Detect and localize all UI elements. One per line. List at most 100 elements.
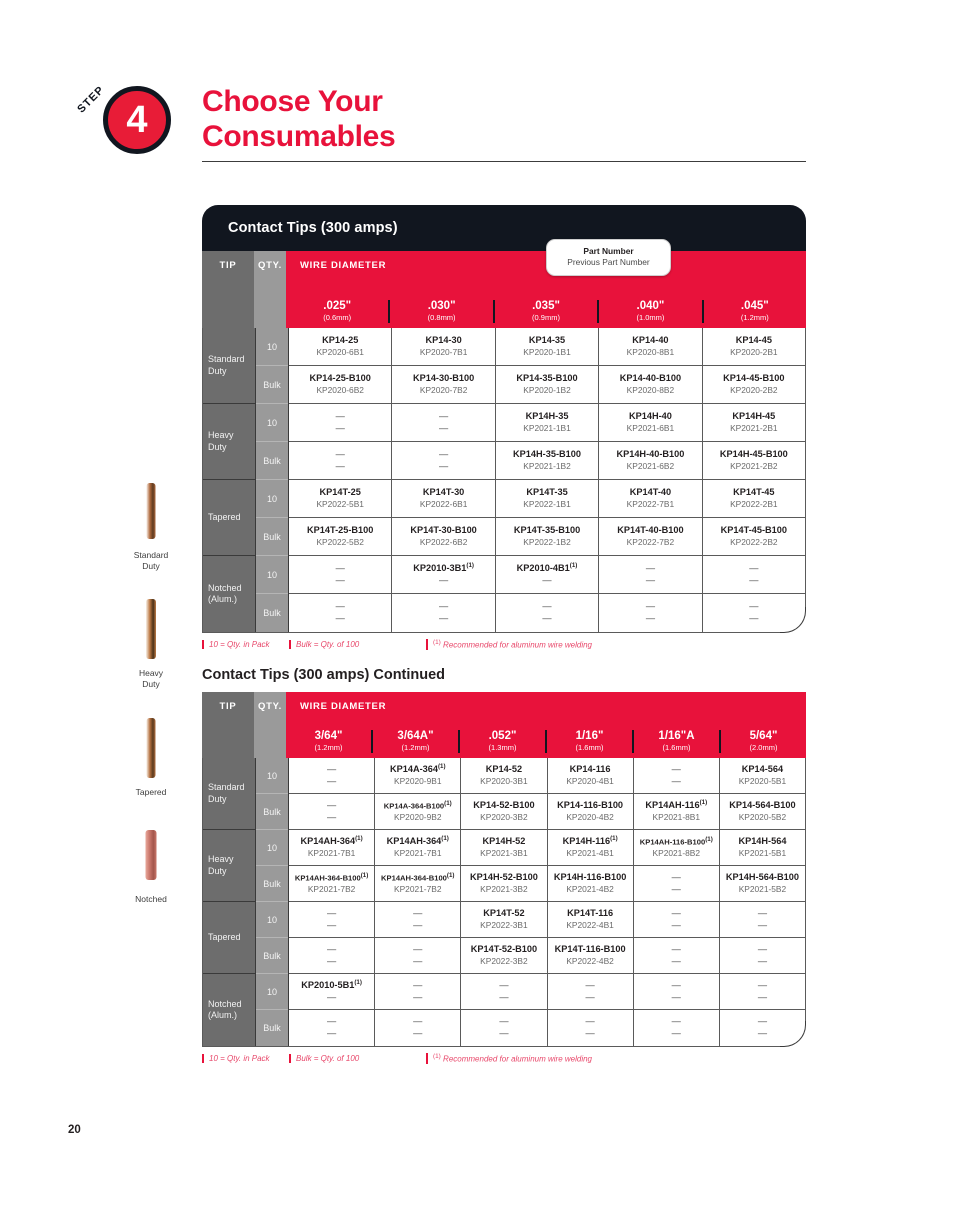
tip-photo-gallery: Standard Duty Heavy Duty Tapered Notched [108, 475, 194, 927]
tip-type-label: Heavy Duty [203, 404, 255, 480]
table-cell: KP14T-25 KP2022-5B1 [289, 480, 392, 517]
legend-pack-table2: 10 = Qty. in Pack [202, 1053, 289, 1063]
previous-part-number: KP2020-6B1 [316, 346, 364, 357]
previous-part-number: KP2022-3B2 [480, 955, 528, 966]
previous-part-number: KP2020-3B1 [480, 775, 528, 786]
previous-part-number: KP2022-4B1 [566, 919, 614, 930]
previous-part-number: — [413, 919, 423, 930]
part-number: — [585, 979, 595, 990]
tip-gallery-item: Notched [108, 819, 194, 905]
wire-diameter-column-header: 3/64A" (1.2mm) [371, 730, 458, 753]
table-cell: KP14-30 KP2020-7B1 [391, 328, 495, 365]
table-cell: — — [632, 1010, 719, 1046]
table-row: KP14-25 KP2020-6B1 KP14-30 KP2020-7B1 KP14-3… [289, 328, 806, 366]
table1-legend: 10 = Qty. in Pack Bulk = Qty. of 100 (1)… [202, 639, 806, 650]
previous-part-number: — [499, 991, 509, 1002]
tip-type-label: Standard Duty [203, 758, 255, 830]
table-cell: KP14A-364-B100(1) KP2020-9B2 [374, 794, 461, 829]
part-number: — [749, 562, 759, 573]
part-number: KP14H-45-B100 [719, 448, 788, 459]
tip-type-text: Tapered [208, 931, 241, 942]
qty-label: 10 [256, 556, 288, 594]
table-cell: — — [718, 938, 806, 973]
previous-part-number: — [335, 574, 345, 585]
previous-part-number: KP2021-4B1 [566, 848, 614, 859]
qty-label: 10 [256, 480, 288, 518]
qty-label: 10 [256, 902, 288, 938]
previous-part-number: KP2021-6B2 [626, 460, 675, 471]
table-cell: KP14T-116-B100 KP2022-4B2 [546, 938, 633, 973]
part-number: — [413, 907, 423, 918]
wire-diameter-metric: (1.2mm) [314, 743, 343, 753]
previous-part-number: KP2020-6B2 [316, 384, 364, 395]
table-cell: KP14H-52 KP2021-3B1 [460, 830, 547, 865]
part-number: — [671, 979, 681, 990]
previous-part-number: KP2020-7B2 [419, 384, 468, 395]
part-number: — [326, 943, 337, 954]
previous-part-number: — [671, 1028, 681, 1038]
previous-part-number: KP2022-7B1 [626, 498, 675, 509]
part-number: KP14T-52 [483, 907, 525, 918]
qty-label: Bulk [256, 794, 288, 830]
table-cell: KP14AH-116-B100(1) KP2021-8B2 [632, 830, 719, 865]
part-number: — [671, 763, 681, 774]
table-cell: KP14T-52-B100 KP2022-3B2 [460, 938, 547, 973]
table-cell: KP14T-52 KP2022-3B1 [460, 902, 547, 937]
footnote-marker: (1) [446, 872, 455, 880]
table-row: KP14T-25 KP2022-5B1 KP14T-30 KP2022-6B1 KP14… [289, 480, 806, 518]
wire-diameter-size: .025" [323, 300, 352, 313]
part-number: KP14H-116-B100 [553, 871, 627, 882]
part-number: — [645, 562, 656, 573]
part-number: — [645, 601, 656, 612]
tip-gallery-item: Heavy Duty [108, 593, 194, 689]
table2-legend: 10 = Qty. in Pack Bulk = Qty. of 100 (1)… [202, 1053, 806, 1064]
table-row: KP2010-5B1(1) — — — — — — — — — — — [289, 974, 806, 1010]
part-number: — [326, 799, 337, 810]
part-number: KP14H-52 [482, 835, 526, 846]
previous-part-number: — [439, 613, 449, 623]
previous-part-number: KP2020-2B2 [730, 384, 778, 395]
part-number: KP14T-45-B100 [720, 524, 788, 535]
table-cell: KP14T-30 KP2022-6B1 [391, 480, 495, 517]
table-row: — — KP14A-364-B100(1) KP2020-9B2 KP14-52-B10… [289, 794, 806, 830]
part-number: KP14-30-B100 [412, 372, 475, 383]
part-number: KP14-40-B100 [619, 372, 682, 383]
standard-duty-tip-photo [108, 475, 194, 547]
previous-part-number: KP2020-8B2 [626, 384, 675, 395]
tip-gallery-label: Tapered [135, 786, 167, 797]
previous-part-number: KP2021-3B1 [480, 847, 528, 858]
table-cell: KP2010-3B1(1) — [391, 556, 495, 593]
previous-part-number: KP2022-5B2 [316, 536, 364, 547]
table-cell: KP14-35 KP2020-1B1 [494, 328, 599, 365]
table-cell: — — [289, 404, 392, 441]
table-cell: — — [598, 556, 702, 593]
wire-diameter-column-header: .030" (0.8mm) [388, 300, 492, 323]
table-cell: KP14T-30-B100 KP2022-6B2 [391, 518, 495, 555]
table-cell: — — [391, 442, 495, 479]
wire-diameter-metric: (0.9mm) [532, 313, 560, 323]
table-cell: KP14H-116(1) KP2021-4B1 [546, 830, 633, 865]
table-row: KP14AH-364(1) KP2021-7B1 KP14AH-364(1) KP20… [289, 830, 806, 866]
table-cell: KP14AH-364(1) KP2021-7B1 [289, 830, 375, 865]
part-number: — [413, 1016, 423, 1027]
qty-label: Bulk [263, 1023, 281, 1033]
previous-part-number: KP2022-2B1 [730, 498, 778, 509]
part-number: KP14AH-116(1) [645, 799, 708, 811]
previous-part-number: KP2021-7B1 [307, 848, 356, 859]
previous-part-number: — [749, 613, 759, 623]
part-number: KP14H-564-B100 [725, 871, 799, 882]
table-row: — — — — KP14H-35 KP2021-1B1 KP14H-40 KP2021-6B1… [289, 404, 806, 442]
previous-part-number: KP2021-2B2 [730, 460, 778, 471]
previous-part-number: — [757, 919, 768, 930]
tip-type-label: Tapered [203, 480, 255, 556]
wire-diameter-size: .052" [488, 730, 517, 743]
wire-diameter-metric: (1.6mm) [662, 743, 691, 753]
previous-part-number: — [585, 991, 595, 1002]
header-tip: TIP [202, 692, 254, 758]
legend-footnote-text-table2: Recommended for aluminum wire welding [443, 1054, 592, 1064]
part-number: KP14T-45 [733, 486, 775, 497]
qty-column: 10 Bulk 10 Bulk 10 Bulk 10 Bulk [256, 758, 289, 1046]
tip-type-text: Standard Duty [208, 354, 245, 376]
part-number: KP14AH-364(1) [300, 835, 363, 847]
table-cell: KP14-25-B100 KP2020-6B2 [289, 366, 392, 403]
